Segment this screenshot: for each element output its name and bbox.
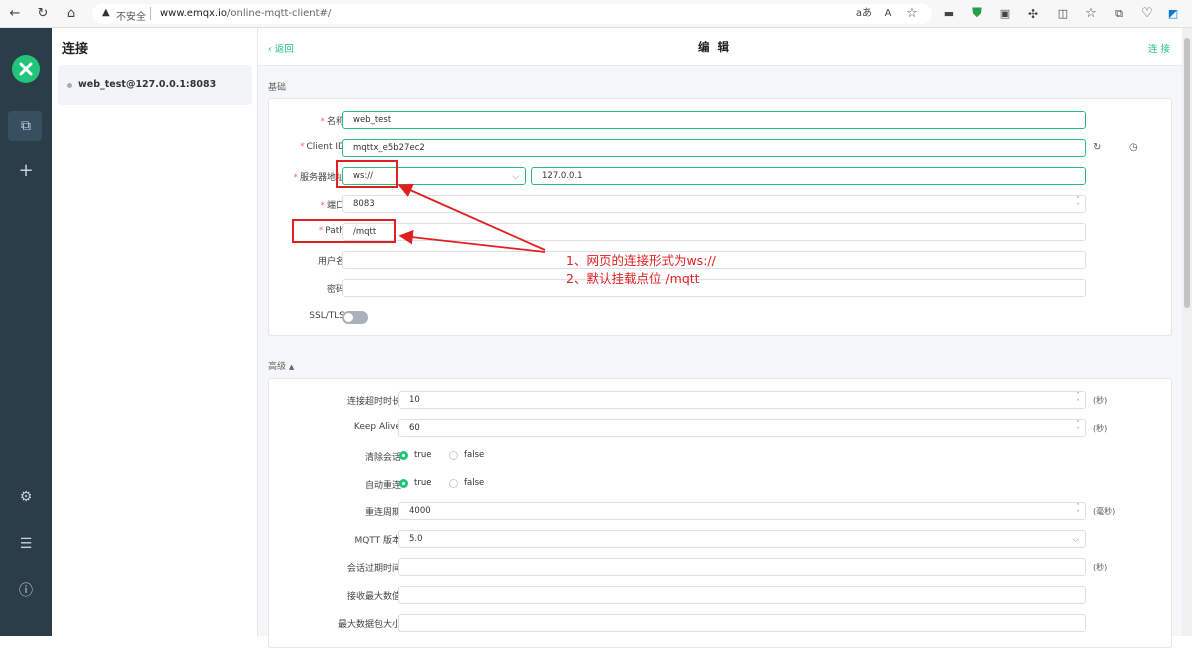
arrow-to-path xyxy=(398,230,546,253)
annotation-line-2: 2、默认挂载点位 /mqtt xyxy=(566,271,700,286)
annotation-arrows xyxy=(397,183,546,253)
annotation-line-1: 1、网页的连接形式为ws:// xyxy=(566,253,716,268)
arrow-to-protocol xyxy=(397,183,546,251)
